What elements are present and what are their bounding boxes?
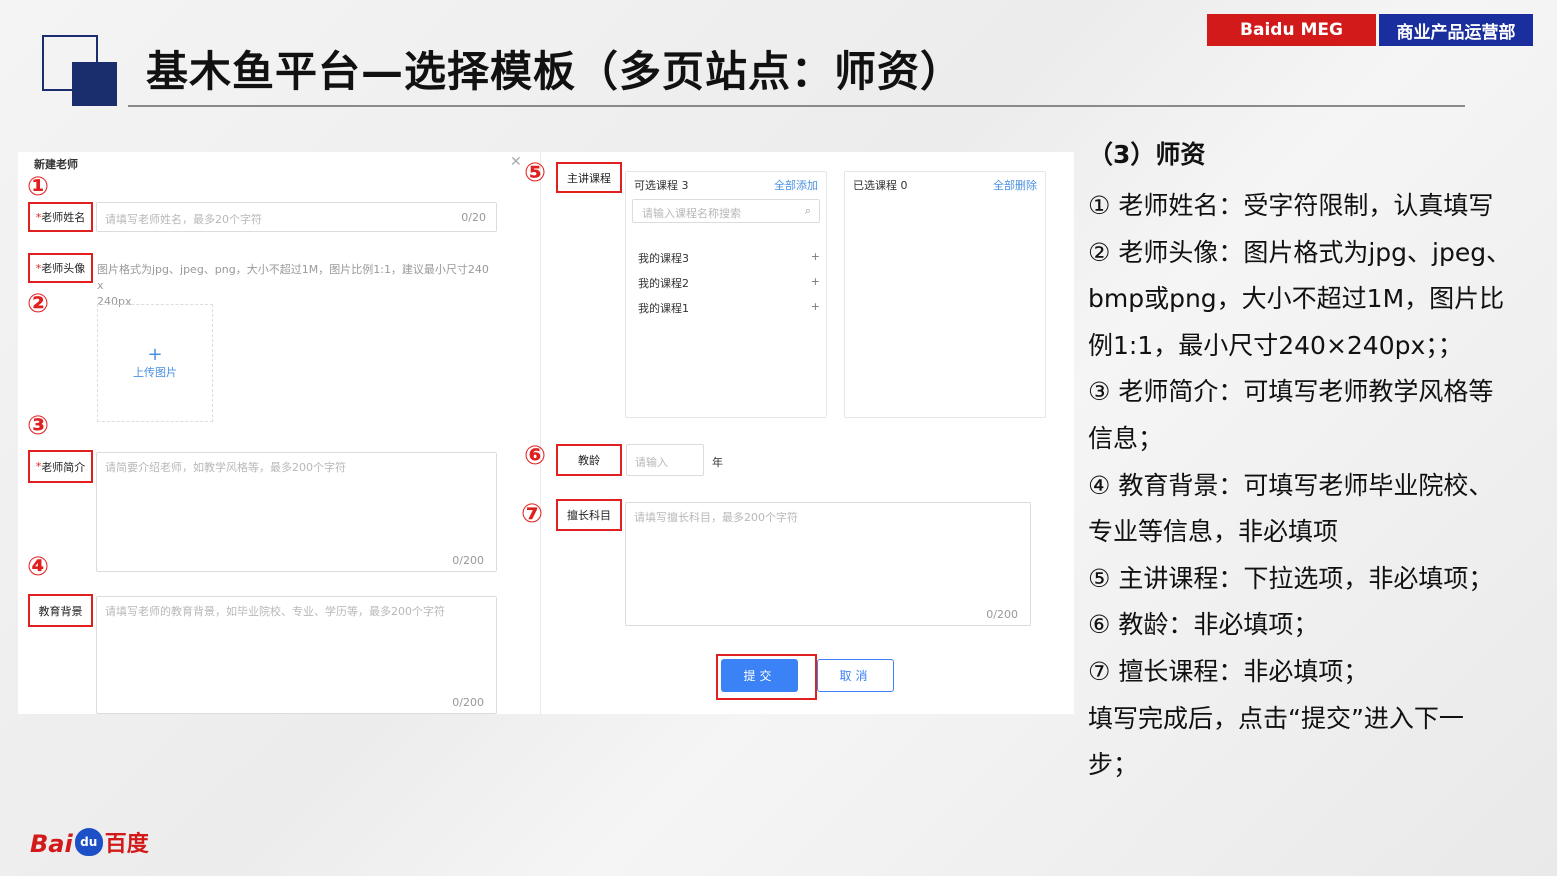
upload-image-label: 上传图片 <box>133 366 177 379</box>
education-label: 教育背景 <box>28 594 93 627</box>
selected-courses-panel: 已选课程 0 全部删除 <box>844 171 1046 418</box>
search-icon: ⌕ <box>804 204 811 217</box>
avatar-upload-area[interactable]: + 上传图片 <box>97 304 213 422</box>
add-course-plus-icon[interactable]: + <box>811 250 820 275</box>
note-line: ⑦ 擅长课程：非必填项； <box>1088 656 1369 686</box>
teaching-years-unit: 年 <box>712 456 723 469</box>
tag-baidu-meg: Baidu MEG <box>1207 14 1376 46</box>
annotation-number-7: ⑦ <box>521 499 544 529</box>
note-line: 例1:1，最小尺寸240×240px；； <box>1088 330 1463 360</box>
course-list-item[interactable]: 我的课程2 + <box>638 275 820 300</box>
notes-panel: （3）师资 ① 老师姓名：受字符限制，认真填写 ② 老师头像：图片格式为jpg、… <box>1088 135 1538 789</box>
annotation-number-4: ④ <box>27 552 50 582</box>
available-courses-title: 可选课程 3 <box>634 179 689 192</box>
courses-label: 主讲课程 <box>556 162 622 193</box>
dialog-title: 新建老师 <box>34 158 78 171</box>
notes-heading: （3）师资 <box>1088 140 1206 169</box>
note-line: 步； <box>1088 750 1139 780</box>
note-line: 专业等信息，非必填项 <box>1088 517 1339 547</box>
teaching-years-input[interactable]: 请输入 <box>626 444 704 476</box>
available-courses-panel: 可选课程 3 全部添加 请输入课程名称搜索 ⌕ 我的课程3 + 我的课程2 + … <box>625 171 827 418</box>
subjects-textarea[interactable]: 请填写擅长科目，最多200个字符 0/200 <box>625 502 1031 626</box>
baidu-logo-bai: Bai <box>30 830 73 858</box>
note-line: 信息； <box>1088 423 1164 453</box>
form-column-divider <box>540 152 541 714</box>
annotation-number-1: ① <box>27 172 50 202</box>
cancel-button[interactable]: 取消 <box>817 659 894 692</box>
add-all-link[interactable]: 全部添加 <box>774 177 818 193</box>
note-line: ② 老师头像：图片格式为jpg、jpeg、 <box>1088 237 1512 267</box>
teaching-years-label: 教龄 <box>556 444 622 476</box>
baidu-paw-icon: du <box>74 828 103 856</box>
note-line: ⑥ 教龄：非必填项； <box>1088 610 1319 640</box>
course-name: 我的课程3 <box>638 252 689 265</box>
course-name: 我的课程1 <box>638 302 689 315</box>
course-list-item[interactable]: 我的课程3 + <box>638 250 820 275</box>
available-courses-list: 我的课程3 + 我的课程2 + 我的课程1 + <box>638 250 820 325</box>
note-line: ⑤ 主讲课程：下拉选项，非必填项； <box>1088 563 1494 593</box>
teaching-years-placeholder: 请输入 <box>635 456 668 469</box>
annotation-number-6: ⑥ <box>524 441 547 471</box>
course-name: 我的课程2 <box>638 277 689 290</box>
note-line: ③ 老师简介：可填写老师教学风格等 <box>1088 377 1494 407</box>
avatar-hint: 图片格式为jpg、jpeg、png，大小不超过1M，图片比例1:1，建议最小尺寸… <box>97 262 497 310</box>
subjects-label: 擅长科目 <box>556 499 622 531</box>
avatar-hint-line-1: 图片格式为jpg、jpeg、png，大小不超过1M，图片比例1:1，建议最小尺寸… <box>97 263 489 292</box>
selected-courses-title: 已选课程 0 <box>853 179 908 192</box>
note-line: bmp或png，大小不超过1M，图片比 <box>1088 284 1505 314</box>
education-textarea[interactable]: 请填写老师的教育背景，如毕业院校、专业、学历等，最多200个字符 0/200 <box>96 596 497 714</box>
subjects-placeholder: 请填写擅长科目，最多200个字符 <box>634 511 798 524</box>
remove-all-link[interactable]: 全部删除 <box>993 177 1037 193</box>
baidu-logo-du: du <box>80 835 98 849</box>
course-search-placeholder: 请输入课程名称搜索 <box>642 207 741 220</box>
teacher-name-counter: 0/20 <box>461 211 486 224</box>
teacher-name-label-text: 老师姓名 <box>41 211 86 224</box>
note-line: ④ 教育背景：可填写老师毕业院校、 <box>1088 470 1494 500</box>
education-counter: 0/200 <box>452 696 484 709</box>
close-icon[interactable]: ✕ <box>510 154 522 170</box>
annotation-number-2: ② <box>27 289 50 319</box>
education-placeholder: 请填写老师的教育背景，如毕业院校、专业、学历等，最多200个字符 <box>105 605 445 618</box>
course-list-item[interactable]: 我的课程1 + <box>638 300 820 325</box>
teacher-intro-placeholder: 请简要介绍老师，如教学风格等，最多200个字符 <box>105 461 346 474</box>
add-course-plus-icon[interactable]: + <box>811 300 820 325</box>
title-decor-square-filled <box>72 62 117 106</box>
baidu-logo: Bai du 百度 <box>30 826 149 858</box>
teacher-avatar-label-text: 老师头像 <box>41 262 86 275</box>
title-underline <box>128 105 1465 107</box>
subjects-counter: 0/200 <box>986 608 1018 621</box>
submit-button[interactable]: 提交 <box>721 659 798 692</box>
baidu-logo-cn: 百度 <box>104 832 149 857</box>
annotation-number-5: ⑤ <box>524 158 547 188</box>
slide-title: 基木鱼平台—选择模板（多页站点：师资） <box>146 47 964 96</box>
teacher-intro-textarea[interactable]: 请简要介绍老师，如教学风格等，最多200个字符 0/200 <box>96 452 497 572</box>
annotation-number-3: ③ <box>27 411 50 441</box>
teacher-intro-label: * 老师简介 <box>28 450 93 483</box>
teacher-intro-label-text: 老师简介 <box>41 460 86 474</box>
note-line: 填写完成后，点击“提交”进入下一 <box>1088 703 1464 733</box>
tag-department: 商业产品运营部 <box>1379 14 1533 46</box>
note-line: ① 老师姓名：受字符限制，认真填写 <box>1088 191 1494 220</box>
teacher-name-placeholder: 请填写老师姓名，最多20个字符 <box>105 213 262 226</box>
teacher-intro-counter: 0/200 <box>452 554 484 567</box>
plus-icon: + <box>147 344 163 365</box>
course-search-input[interactable]: 请输入课程名称搜索 ⌕ <box>632 199 820 223</box>
add-course-plus-icon[interactable]: + <box>811 275 820 300</box>
teacher-avatar-label: * 老师头像 <box>28 253 93 283</box>
teacher-name-input[interactable]: 请填写老师姓名，最多20个字符 0/20 <box>96 202 497 232</box>
teacher-name-label: * 老师姓名 <box>28 202 93 232</box>
